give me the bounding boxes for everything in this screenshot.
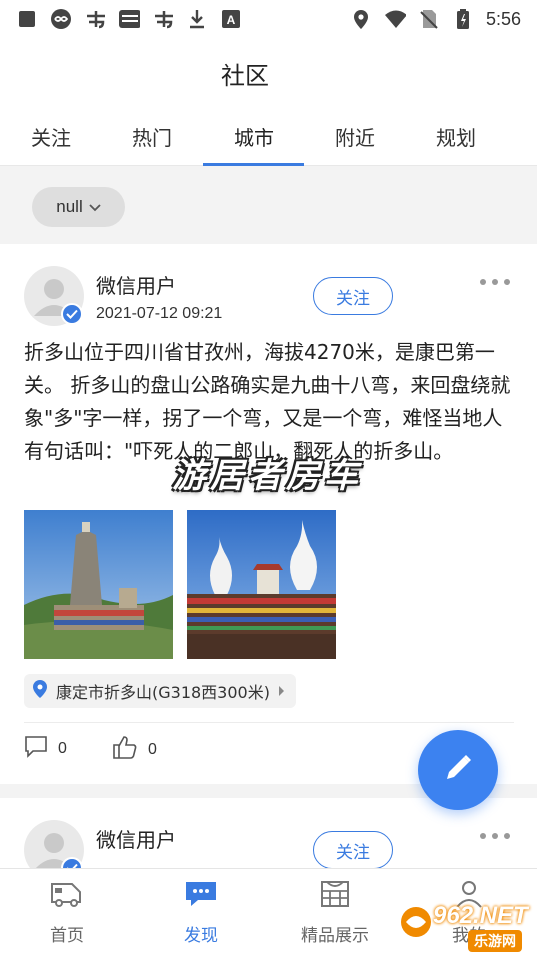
comment-button[interactable]: 0 (24, 734, 67, 763)
svg-text:A: A (227, 13, 236, 27)
follow-button[interactable]: 关注 (313, 831, 393, 868)
chevron-down-icon (89, 197, 101, 217)
rv-icon (49, 879, 85, 909)
pencil-icon (441, 751, 475, 789)
compose-post-button[interactable] (418, 730, 498, 810)
battery-charging-icon (452, 8, 474, 30)
infinity-badge-icon (50, 8, 72, 30)
post-card[interactable]: 微信用户 2021-07-12 09:21 关注 折多山位于四川省甘孜州，海拔4… (0, 244, 537, 784)
thumbs-up-icon (112, 734, 138, 765)
nav-discover-label: 发现 (184, 926, 218, 946)
post-photo[interactable] (187, 510, 336, 659)
city-filter-label: null (56, 197, 83, 216)
chat-bubble-icon (183, 879, 219, 909)
active-tab-indicator (203, 163, 304, 166)
watermark-text: 游居者房车 (172, 456, 362, 496)
post-timestamp: 2021-07-12 09:21 (96, 305, 223, 322)
username[interactable]: 微信用户 (96, 270, 176, 299)
nav-showcase-label: 精品展示 (301, 926, 369, 946)
showcase-icon (317, 879, 353, 909)
chevron-right-icon (278, 682, 286, 701)
nav-home-label: 首页 (50, 926, 84, 946)
follow-button[interactable]: 关注 (313, 277, 393, 315)
tab-nearby[interactable]: 附近 (304, 122, 406, 151)
location-label: 康定市折多山(G318西300米) (56, 683, 270, 702)
site-watermark-main: 962.NET (433, 902, 528, 929)
tab-planning[interactable]: 规划 (405, 122, 507, 151)
app-icon (84, 8, 106, 30)
site-watermark-logo: 962.NET 乐游网 (398, 900, 537, 954)
tab-hot[interactable]: 热门 (101, 122, 203, 151)
site-watermark-sub: 乐游网 (468, 930, 522, 952)
app-header: 社区 (0, 38, 537, 110)
nav-showcase[interactable]: 精品展示 (268, 869, 402, 954)
page-title: 社区 (221, 62, 269, 90)
square-icon (16, 8, 38, 30)
verified-badge-icon (61, 303, 83, 325)
app-icon (152, 8, 174, 30)
tab-city[interactable]: 城市 (203, 122, 305, 151)
nav-home[interactable]: 首页 (0, 869, 134, 954)
tab-following[interactable]: 关注 (0, 122, 102, 151)
comment-count: 0 (58, 739, 67, 757)
nav-discover[interactable]: 发现 (134, 869, 268, 954)
location-tag[interactable]: 康定市折多山(G318西300米) (24, 674, 296, 708)
location-icon (350, 8, 372, 30)
comment-icon (24, 734, 48, 763)
like-count: 0 (148, 740, 157, 758)
text-a-icon: A (220, 8, 242, 30)
location-pin-icon (32, 679, 48, 703)
filter-area: null (0, 167, 537, 243)
news-app-icon (118, 8, 140, 30)
clock: 5:56 (485, 8, 521, 29)
status-bar: A 5:56 (0, 0, 537, 38)
post-photo[interactable] (24, 510, 173, 659)
like-button[interactable]: 0 (112, 734, 157, 765)
download-icon (186, 8, 208, 30)
more-options-icon[interactable] (480, 828, 518, 844)
no-sim-icon (418, 8, 440, 30)
more-options-icon[interactable] (480, 274, 518, 290)
city-filter-dropdown[interactable]: null (32, 187, 125, 227)
username[interactable]: 微信用户 (96, 824, 176, 853)
tab-bar: 关注 热门 城市 附近 规划 (0, 110, 537, 166)
wifi-icon (384, 8, 406, 30)
divider (24, 722, 514, 723)
